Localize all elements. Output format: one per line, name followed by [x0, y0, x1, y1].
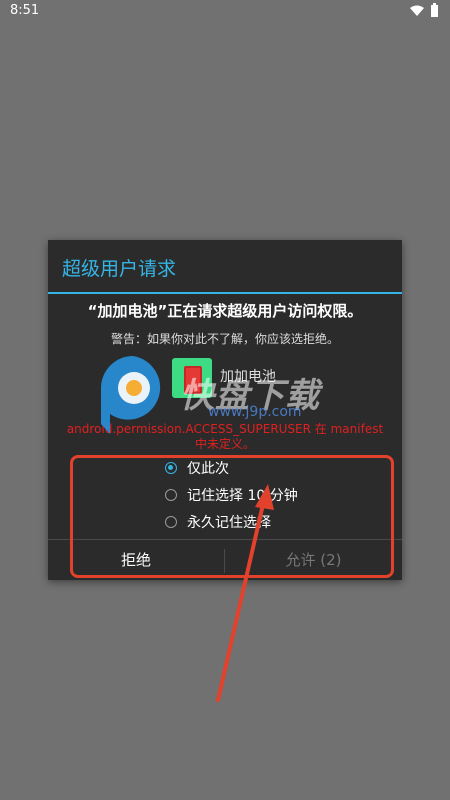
wifi-icon [410, 5, 424, 16]
status-time: 8:51 [10, 3, 40, 18]
status-bar: 8:51 [0, 0, 450, 22]
request-message: “加加电池”正在请求超级用户访问权限。 [87, 302, 363, 320]
battery-icon [431, 3, 438, 17]
watermark-url: www.j9p.com [208, 404, 302, 420]
title-divider [48, 292, 402, 294]
dialog-title: 超级用户请求 [62, 258, 177, 280]
annotation-highlight-box [70, 455, 394, 578]
warning-text: 警告：如果你对此不了解，你应该选拒绝。 [110, 332, 339, 346]
watermark-logo-icon [100, 356, 161, 434]
